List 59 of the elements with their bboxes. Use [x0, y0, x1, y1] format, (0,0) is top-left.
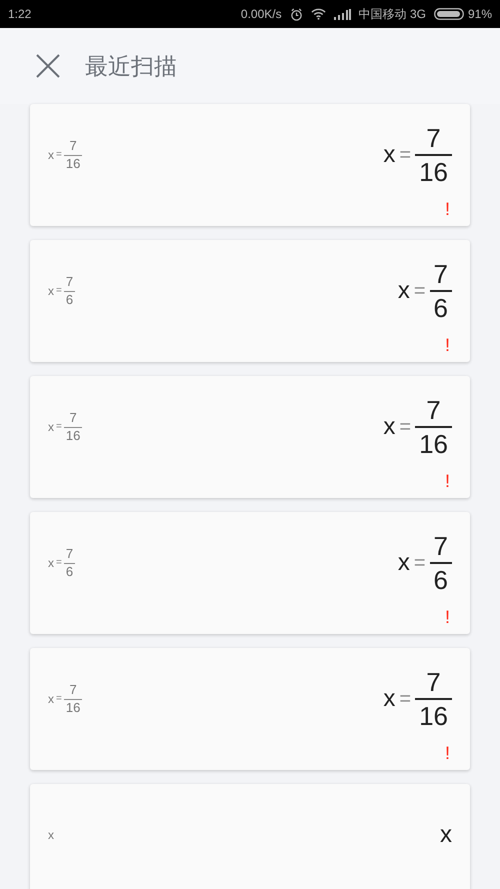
variable: x [48, 149, 54, 161]
scan-thumbnail-expression: x [48, 829, 54, 841]
variable: x [48, 557, 54, 569]
variable: x [383, 143, 396, 167]
numerator: 7 [68, 138, 78, 154]
variable: x [383, 415, 396, 439]
denominator: 16 [64, 156, 82, 172]
equals-sign: = [399, 689, 412, 709]
denominator: 6 [64, 292, 74, 308]
numerator: 7 [64, 546, 74, 562]
variable: x [48, 421, 54, 433]
denominator: 16 [418, 428, 449, 460]
equals-sign: = [414, 281, 426, 301]
denominator: 16 [418, 156, 449, 188]
numerator: 7 [68, 410, 78, 426]
variable: x [398, 279, 410, 303]
battery-percent: 91% [468, 6, 492, 23]
signal-icon [334, 8, 351, 20]
page-title: 最近扫描 [85, 52, 177, 81]
denominator: 6 [432, 564, 449, 596]
close-button[interactable] [35, 53, 61, 79]
equals-sign: = [56, 558, 62, 568]
warning-mark: ! [444, 336, 450, 354]
variable: x [48, 693, 54, 705]
numerator: 7 [432, 530, 449, 562]
result-expression: x [440, 823, 452, 847]
warning-mark: ! [444, 744, 450, 762]
denominator: 6 [64, 564, 74, 580]
numerator: 7 [432, 258, 449, 290]
equals-sign: = [56, 150, 62, 160]
equals-sign: = [56, 422, 62, 432]
numerator: 7 [68, 682, 78, 698]
equals-sign: = [414, 553, 426, 573]
scan-card[interactable]: x x [30, 784, 470, 889]
variable: x [398, 551, 410, 575]
carrier-name: 中国移动 3G [358, 6, 426, 23]
warning-mark: ! [444, 200, 450, 218]
alarm-icon [290, 8, 303, 20]
equals-sign: = [399, 145, 412, 165]
denominator: 16 [418, 700, 449, 732]
variable: x [48, 285, 54, 297]
network-speed: 0.00K/s [240, 6, 282, 23]
status-time: 1:22 [8, 6, 32, 23]
warning-mark: ! [444, 608, 450, 626]
denominator: 16 [64, 700, 82, 716]
numerator: 7 [425, 122, 442, 154]
numerator: 7 [64, 274, 74, 290]
numerator: 7 [425, 394, 442, 426]
close-icon [35, 53, 61, 79]
warning-mark: ! [444, 472, 450, 490]
variable: x [383, 687, 396, 711]
battery-icon [434, 8, 464, 20]
denominator: 16 [64, 428, 82, 444]
numerator: 7 [425, 666, 442, 698]
equals-sign: = [56, 286, 62, 296]
equals-sign: = [56, 694, 62, 704]
denominator: 6 [432, 292, 449, 324]
wifi-icon [310, 8, 326, 20]
equals-sign: = [399, 417, 412, 437]
